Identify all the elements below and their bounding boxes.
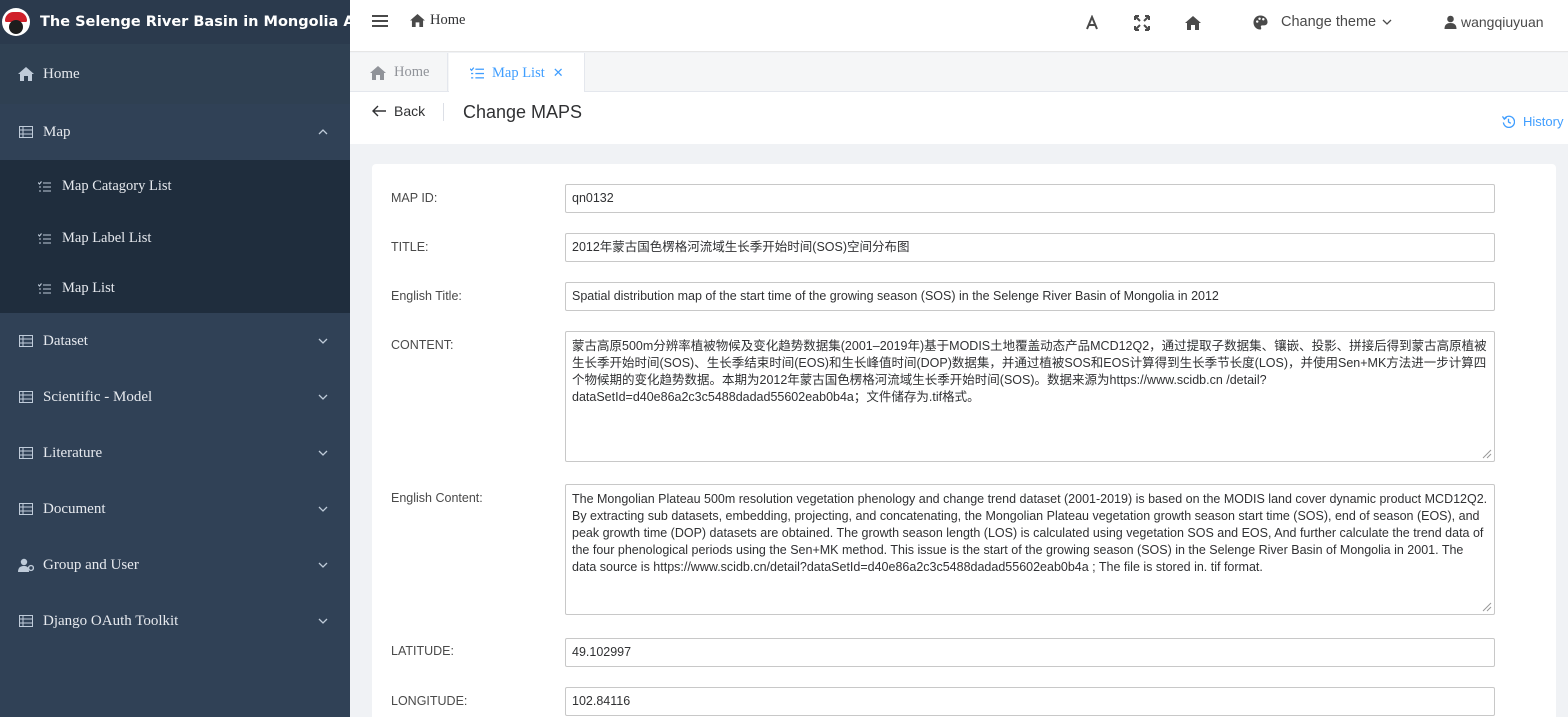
- sidebar-item-label: Django OAuth Toolkit: [43, 612, 179, 629]
- home-icon: [410, 14, 425, 27]
- home-icon: [18, 66, 34, 82]
- home-icon[interactable]: [1185, 15, 1201, 31]
- fullscreen-icon[interactable]: [1134, 15, 1150, 31]
- change-theme-label: Change theme: [1281, 14, 1377, 30]
- list-icon: [38, 231, 52, 245]
- sidebar-item-home[interactable]: Home: [0, 44, 350, 104]
- longitude-label: LONGITUDE:: [391, 694, 468, 708]
- brand-title: The Selenge River Basin in Mongolia Admi…: [40, 14, 396, 30]
- sidebar-item-map-label-list[interactable]: Map Label List: [0, 213, 350, 263]
- english-title-label: English Title:: [391, 289, 462, 303]
- resize-handle-icon[interactable]: [1480, 447, 1492, 459]
- english-content-text: The Mongolian Plateau 500m resolution ve…: [572, 492, 1488, 574]
- chevron-down-icon: [318, 618, 328, 624]
- palette-icon: [1253, 14, 1268, 30]
- history-label: History: [1523, 114, 1564, 129]
- resize-handle-icon[interactable]: [1480, 600, 1492, 612]
- map-id-label: MAP ID:: [391, 191, 438, 205]
- english-title-field[interactable]: Spatial distribution map of the start ti…: [565, 282, 1495, 311]
- sidebar-item-document[interactable]: Document: [0, 481, 350, 537]
- history-icon: [1502, 115, 1515, 128]
- content-label: CONTENT:: [391, 338, 454, 352]
- top-header: Home Change theme wangqiuyuan: [350, 0, 1568, 52]
- user-icon: [1444, 15, 1457, 29]
- divider: [443, 103, 444, 121]
- map-id-field[interactable]: qn0132: [565, 184, 1495, 213]
- list-icon: [38, 180, 52, 194]
- sidebar-item-label: Map List: [62, 279, 115, 296]
- username: wangqiuyuan: [1461, 14, 1544, 30]
- content-textarea[interactable]: 蒙古高原500m分辨率植被物候及变化趋势数据集(2001–2019年)基于MOD…: [565, 331, 1495, 462]
- chevron-down-icon: [318, 506, 328, 512]
- tab-label: Home: [394, 64, 430, 80]
- title-label: TITLE:: [391, 240, 429, 254]
- back-button[interactable]: Back: [372, 103, 425, 119]
- english-content-textarea[interactable]: The Mongolian Plateau 500m resolution ve…: [565, 484, 1495, 615]
- arrow-left-icon: [372, 105, 386, 117]
- latitude-field[interactable]: 49.102997: [565, 638, 1495, 667]
- latitude-label: LATITUDE:: [391, 644, 454, 658]
- list-icon: [470, 67, 484, 79]
- tabs-bar: Home Map List ✕: [350, 53, 1568, 93]
- sidebar-item-group-and-user[interactable]: Group and User: [0, 537, 350, 593]
- title-field[interactable]: 2012年蒙古国色楞格河流域生长季开始时间(SOS)空间分布图: [565, 233, 1495, 262]
- page-header: Back Change MAPS History: [350, 92, 1568, 144]
- sidebar-item-django-oauth-toolkit[interactable]: Django OAuth Toolkit: [0, 593, 350, 649]
- english-content-label: English Content:: [391, 491, 483, 505]
- table-icon: [18, 333, 34, 349]
- chevron-down-icon: [318, 450, 328, 456]
- sidebar-item-label: Home: [43, 65, 80, 82]
- tab-home[interactable]: Home: [350, 53, 448, 92]
- page-title: Change MAPS: [463, 102, 583, 122]
- change-theme-dropdown[interactable]: Change theme: [1253, 14, 1392, 30]
- longitude-field[interactable]: 102.84116: [565, 687, 1495, 716]
- sidebar-item-dataset[interactable]: Dataset: [0, 313, 350, 369]
- font-size-icon[interactable]: [1084, 15, 1100, 31]
- chevron-down-icon: [318, 562, 328, 568]
- sidebar-item-scientific-model[interactable]: Scientific - Model: [0, 369, 350, 425]
- sidebar-item-label: Group and User: [43, 556, 139, 573]
- sidebar-item-label: Dataset: [43, 332, 88, 349]
- table-icon: [18, 613, 34, 629]
- hamburger-menu-icon[interactable]: [372, 15, 388, 31]
- sidebar-item-map[interactable]: Map: [0, 104, 350, 160]
- chevron-down-icon: [1382, 19, 1392, 25]
- sidebar-item-label: Literature: [43, 444, 103, 461]
- tab-label: Map List: [492, 64, 545, 81]
- content-text: 蒙古高原500m分辨率植被物候及变化趋势数据集(2001–2019年)基于MOD…: [572, 339, 1487, 404]
- sidebar-item-map-category-list[interactable]: Map Catagory List: [0, 160, 350, 213]
- table-icon: [18, 501, 34, 517]
- brand: The Selenge River Basin in Mongolia Admi…: [0, 0, 395, 44]
- breadcrumb-label: Home: [430, 12, 466, 28]
- map-submenu: Map Catagory List Map Label List Map Lis…: [0, 160, 350, 313]
- sidebar-item-label: Scientific - Model: [43, 388, 153, 405]
- list-icon: [38, 281, 52, 295]
- home-icon: [370, 65, 386, 80]
- back-label: Back: [394, 103, 426, 119]
- user-menu[interactable]: wangqiuyuan: [1444, 14, 1544, 30]
- user-gear-icon: [18, 557, 34, 573]
- sidebar-item-literature[interactable]: Literature: [0, 425, 350, 481]
- table-icon: [18, 389, 34, 405]
- sidebar-item-label: Map Label List: [62, 229, 152, 246]
- table-icon: [18, 445, 34, 461]
- history-link[interactable]: History: [1502, 114, 1563, 129]
- logo: [2, 8, 30, 36]
- sidebar-item-map-list[interactable]: Map List: [0, 263, 350, 313]
- form-card: MAP ID: qn0132 TITLE: 2012年蒙古国色楞格河流域生长季开…: [372, 164, 1556, 717]
- sidebar-item-label: Map: [43, 123, 71, 140]
- sidebar-item-label: Document: [43, 500, 106, 517]
- chevron-down-icon: [318, 338, 328, 344]
- close-icon[interactable]: ✕: [553, 65, 564, 81]
- chevron-down-icon: [318, 394, 328, 400]
- breadcrumb-home[interactable]: Home: [410, 12, 465, 29]
- chevron-up-icon: [318, 129, 328, 135]
- tab-map-list[interactable]: Map List ✕: [449, 53, 585, 93]
- table-icon: [18, 124, 34, 140]
- sidebar: The Selenge River Basin in Mongolia Admi…: [0, 0, 395, 717]
- sidebar-item-label: Map Catagory List: [62, 178, 172, 194]
